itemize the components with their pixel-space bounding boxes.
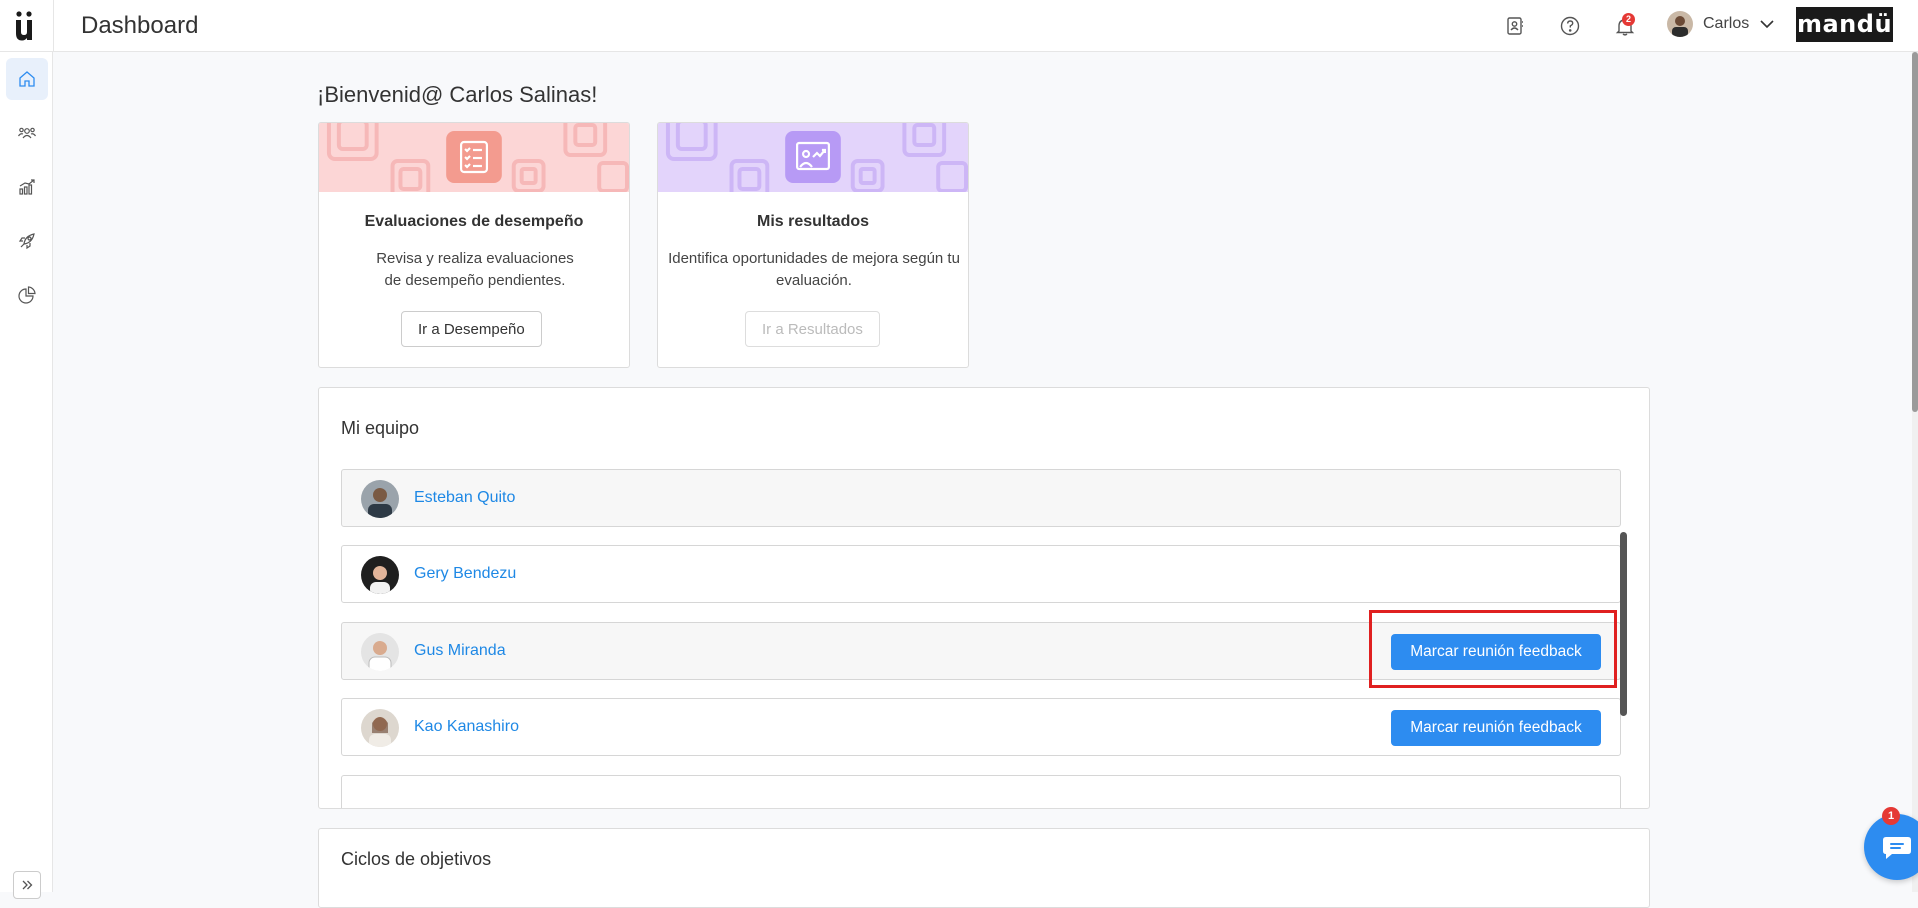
sidebar-item-team[interactable] — [6, 112, 48, 154]
pie-chart-icon — [18, 286, 36, 304]
avatar — [361, 480, 399, 518]
sidebar-item-objectives[interactable] — [6, 220, 48, 262]
team-member-row: Esteban Quito — [341, 469, 1621, 527]
team-member-row: Gus Miranda Marcar reunión feedback — [341, 622, 1621, 680]
chart-icon — [19, 179, 35, 195]
team-list-scrollbar[interactable] — [1620, 532, 1627, 716]
results-card-title: Mis resultados — [756, 213, 870, 230]
performance-card: Evaluaciones de desempeño Revisa y reali… — [318, 122, 630, 368]
description-line: Revisa y realiza evaluaciones — [376, 250, 574, 267]
results-card-banner — [658, 123, 968, 192]
team-member-name[interactable]: Kao Kanashiro — [414, 718, 519, 736]
objectives-section-title: Ciclos de objetivos — [341, 849, 492, 869]
team-section-title: Mi equipo — [341, 418, 420, 438]
go-to-results-button[interactable]: Ir a Resultados — [745, 311, 880, 347]
sidebar-item-performance[interactable] — [6, 166, 48, 208]
schedule-feedback-meeting-button[interactable]: Marcar reunión feedback — [1391, 634, 1601, 670]
user-avatar[interactable] — [1667, 11, 1693, 37]
results-card: Mis resultados Identifica oportunidades … — [657, 122, 969, 368]
team-member-row: Kao Kanashiro Marcar reunión feedback — [341, 698, 1621, 756]
team-member-name[interactable]: Gus Miranda — [414, 642, 506, 660]
welcome-heading: ¡Bienvenid@ Carlos Salinas! — [317, 82, 598, 107]
contact-card-icon[interactable] — [1503, 14, 1527, 38]
description-line: Identifica oportunidades de mejora según… — [668, 250, 960, 267]
description-line: de desempeño pendientes. — [384, 272, 566, 289]
objectives-panel: Ciclos de objetivos — [318, 828, 1650, 908]
app-logo-icon[interactable] — [14, 9, 38, 41]
team-panel: Mi equipo Esteban Quito Gery Bendezu Gus… — [318, 387, 1650, 809]
rocket-icon — [18, 233, 35, 250]
sidebar-item-home[interactable] — [6, 58, 48, 100]
sidebar-item-results[interactable] — [6, 274, 48, 316]
description-line: evaluación. — [776, 272, 852, 289]
chevron-down-icon[interactable] — [1758, 15, 1776, 33]
chat-notification-badge: 1 — [1882, 807, 1900, 825]
team-member-name[interactable]: Esteban Quito — [414, 489, 515, 507]
performance-card-title: Evaluaciones de desempeño — [364, 213, 584, 230]
logo-divider — [53, 0, 54, 52]
page-scrollbar-thumb[interactable] — [1912, 52, 1918, 412]
team-member-row: Gery Bendezu — [341, 545, 1621, 603]
page-title: Dashboard — [81, 12, 199, 39]
avatar — [361, 633, 399, 671]
users-icon — [18, 127, 36, 139]
sidebar-expand-button[interactable] — [13, 871, 41, 899]
performance-card-description: Revisa y realiza evaluaciones de desempe… — [329, 248, 621, 292]
team-member-row — [341, 775, 1621, 808]
results-card-description: Identifica oportunidades de mejora según… — [668, 248, 960, 292]
brand-logo: mandü — [1796, 7, 1893, 42]
schedule-feedback-meeting-button[interactable]: Marcar reunión feedback — [1391, 710, 1601, 746]
avatar — [361, 556, 399, 594]
chat-icon — [1883, 837, 1911, 859]
double-chevron-right-icon — [22, 880, 33, 890]
performance-card-banner — [319, 123, 629, 192]
user-name[interactable]: Carlos — [1703, 15, 1749, 33]
sidebar — [0, 52, 53, 892]
top-bar: Dashboard 2 Carlos mandü — [0, 0, 1918, 52]
team-member-name[interactable]: Gery Bendezu — [414, 565, 516, 583]
notification-badge: 2 — [1622, 13, 1635, 26]
avatar — [361, 709, 399, 747]
home-icon — [19, 71, 35, 87]
go-to-performance-button[interactable]: Ir a Desempeño — [401, 311, 542, 347]
help-icon[interactable] — [1558, 14, 1582, 38]
